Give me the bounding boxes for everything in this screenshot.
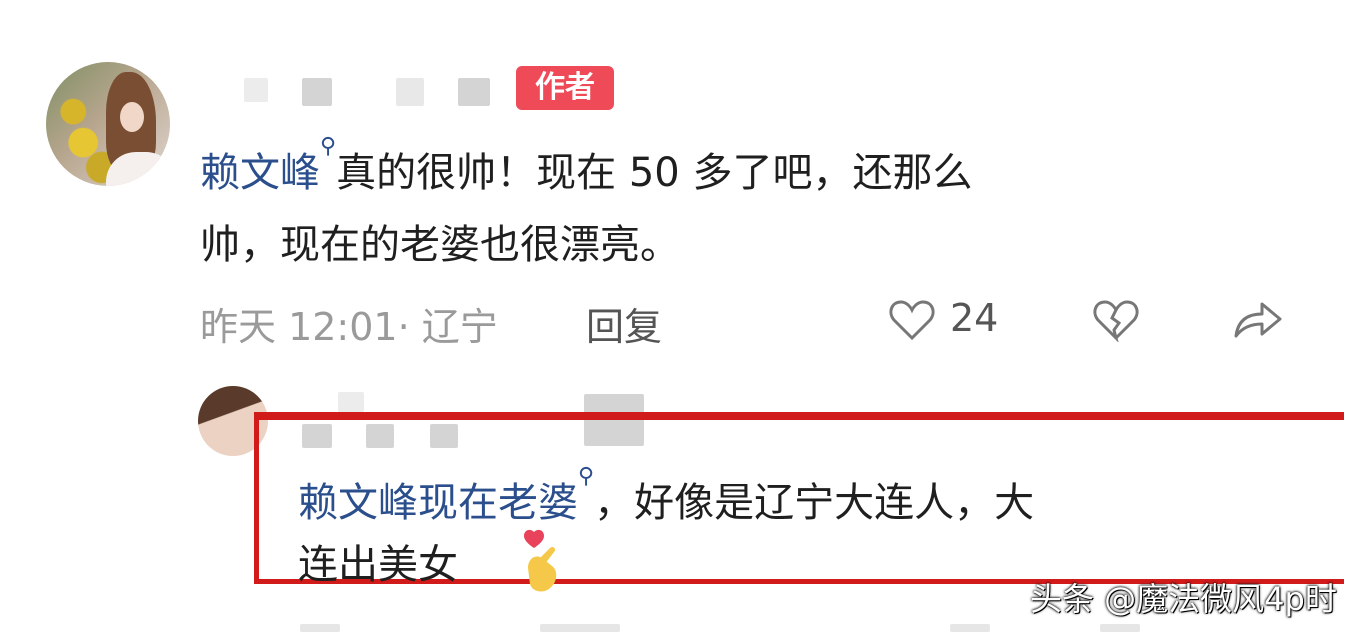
watermark: 头条 @魔法微风4p时 [1030,580,1337,618]
comment-time: 昨天 12:01 [200,305,398,349]
reply-text-line1: 赖文峰现在老婆⚲，好像是辽宁大连人，大 [298,464,1035,526]
reply-mention-link[interactable]: 赖文峰现在老婆 [298,480,578,526]
commenter-avatar[interactable] [46,62,170,186]
comment-text-line2: 帅，现在的老婆也很漂亮。 [200,222,680,268]
comment-text-line1: 赖文峰⚲真的很帅！现在 50 多了吧，还那么 [200,134,973,196]
reply-button[interactable]: 回复 [586,296,662,351]
comment-meta: 昨天 12:01· 辽宁 [200,305,498,349]
search-icon: ⚲ [578,464,595,489]
like-count: 24 [950,296,999,340]
author-badge: 作者 [516,66,614,110]
search-icon: ⚲ [320,134,337,159]
reply-text-line2: 连出美女 [298,542,458,588]
finger-heart-emoji-icon [524,529,557,592]
like-heart-icon[interactable] [888,298,936,342]
dislike-broken-heart-icon[interactable] [1092,298,1140,342]
mention-link[interactable]: 赖文峰 [200,150,320,196]
share-icon[interactable] [1232,298,1284,340]
comment-location: 辽宁 [421,305,498,349]
